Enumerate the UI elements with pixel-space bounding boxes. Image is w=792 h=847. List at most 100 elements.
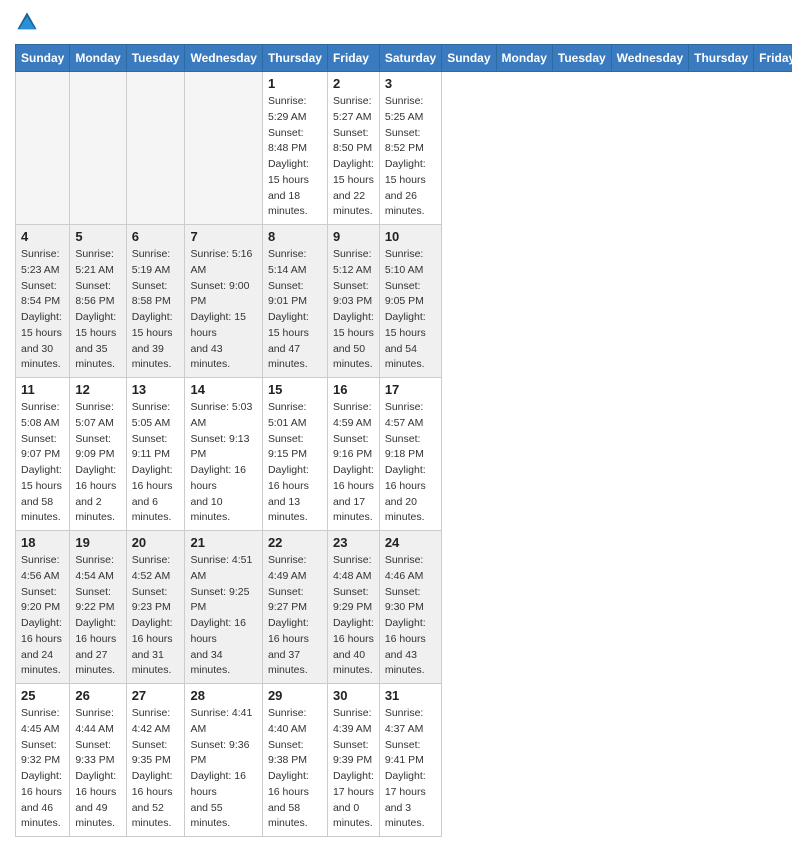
calendar-cell: 1Sunrise: 5:29 AM Sunset: 8:48 PM Daylig…: [262, 72, 327, 225]
calendar-cell: 13 Sunrise: 5:05 AM Sunset: 9:11 PM Dayli…: [126, 378, 185, 531]
day-info: Sunrise: 4:57 AM Sunset: 9:18 PM Dayligh…: [385, 400, 436, 526]
calendar-cell: 9Sunrise: 5:12 AM Sunset: 9:03 PM Daylig…: [327, 225, 379, 378]
calendar-cell: 19Sunrise: 4:54 AM Sunset: 9:22 PM Dayli…: [70, 531, 126, 684]
day-info: Sunrise: 5:07 AM Sunset: 9:09 PM Dayligh…: [75, 400, 120, 526]
day-number: 12: [75, 382, 120, 397]
calendar-cell: 7Sunrise: 5:16 AM Sunset: 9:00 PM Daylig…: [185, 225, 262, 378]
day-number: 15: [268, 382, 322, 397]
calendar-table: SundayMondayTuesdayWednesdayThursdayFrid…: [15, 44, 792, 837]
calendar-cell: 2 Sunrise: 5:27 AM Sunset: 8:50 PM Daylig…: [327, 72, 379, 225]
weekday-header-row: SundayMondayTuesdayWednesdayThursdayFrid…: [16, 45, 792, 72]
day-info: Sunrise: 4:52 AM Sunset: 9:23 PM Dayligh…: [132, 553, 180, 679]
weekday-header-tuesday: Tuesday: [552, 45, 611, 72]
calendar-cell: 29Sunrise: 4:40 AM Sunset: 9:38 PM Dayli…: [262, 684, 327, 837]
day-number: 31: [385, 688, 436, 703]
day-number: 1: [268, 76, 322, 91]
day-number: 7: [190, 229, 256, 244]
day-info: Sunrise: 4:39 AM Sunset: 9:39 PM Dayligh…: [333, 706, 374, 832]
day-number: 27: [132, 688, 180, 703]
weekday-header-friday: Friday: [754, 45, 792, 72]
day-number: 21: [190, 535, 256, 550]
day-info: Sunrise: 5:08 AM Sunset: 9:07 PM Dayligh…: [21, 400, 64, 526]
calendar-cell: 23 Sunrise: 4:48 AM Sunset: 9:29 PM Dayli…: [327, 531, 379, 684]
day-info: Sunrise: 4:37 AM Sunset: 9:41 PM Dayligh…: [385, 706, 436, 832]
day-number: 30: [333, 688, 374, 703]
day-number: 25: [21, 688, 64, 703]
day-info: Sunrise: 5:14 AM Sunset: 9:01 PM Dayligh…: [268, 247, 322, 373]
week-row-2: 4Sunrise: 5:23 AM Sunset: 8:54 PM Daylig…: [16, 225, 792, 378]
calendar-cell: 3Sunrise: 5:25 AM Sunset: 8:52 PM Daylig…: [379, 72, 441, 225]
calendar-cell: 28 Sunrise: 4:41 AM Sunset: 9:36 PM Dayli…: [185, 684, 262, 837]
calendar-cell: 11 Sunrise: 5:08 AM Sunset: 9:07 PM Dayli…: [16, 378, 70, 531]
week-row-3: 11 Sunrise: 5:08 AM Sunset: 9:07 PM Dayli…: [16, 378, 792, 531]
day-number: 18: [21, 535, 64, 550]
day-number: 23: [333, 535, 374, 550]
calendar-cell: 4Sunrise: 5:23 AM Sunset: 8:54 PM Daylig…: [16, 225, 70, 378]
day-number: 29: [268, 688, 322, 703]
week-row-1: 1Sunrise: 5:29 AM Sunset: 8:48 PM Daylig…: [16, 72, 792, 225]
weekday-header-wednesday: Wednesday: [611, 45, 688, 72]
weekday-header-sunday: Sunday: [442, 45, 496, 72]
calendar-cell: 30 Sunrise: 4:39 AM Sunset: 9:39 PM Dayli…: [327, 684, 379, 837]
day-number: 22: [268, 535, 322, 550]
day-info: Sunrise: 4:56 AM Sunset: 9:20 PM Dayligh…: [21, 553, 64, 679]
calendar-cell: 12 Sunrise: 5:07 AM Sunset: 9:09 PM Dayli…: [70, 378, 126, 531]
day-info: Sunrise: 4:48 AM Sunset: 9:29 PM Dayligh…: [333, 553, 374, 679]
day-info: Sunrise: 4:45 AM Sunset: 9:32 PM Dayligh…: [21, 706, 64, 832]
day-info: Sunrise: 5:27 AM Sunset: 8:50 PM Dayligh…: [333, 94, 374, 220]
weekday-header-tuesday: Tuesday: [126, 45, 185, 72]
logo-icon: [15, 10, 39, 34]
calendar-cell: 22Sunrise: 4:49 AM Sunset: 9:27 PM Dayli…: [262, 531, 327, 684]
day-info: Sunrise: 5:03 AM Sunset: 9:13 PM Dayligh…: [190, 400, 256, 526]
day-number: 14: [190, 382, 256, 397]
weekday-header-friday: Friday: [327, 45, 379, 72]
day-number: 19: [75, 535, 120, 550]
calendar-cell: [70, 72, 126, 225]
day-number: 16: [333, 382, 374, 397]
day-number: 20: [132, 535, 180, 550]
page-header: [15, 10, 777, 34]
day-info: Sunrise: 5:12 AM Sunset: 9:03 PM Dayligh…: [333, 247, 374, 373]
logo: [15, 10, 43, 34]
day-info: Sunrise: 4:51 AM Sunset: 9:25 PM Dayligh…: [190, 553, 256, 679]
day-number: 3: [385, 76, 436, 91]
day-number: 8: [268, 229, 322, 244]
day-number: 11: [21, 382, 64, 397]
day-info: Sunrise: 4:42 AM Sunset: 9:35 PM Dayligh…: [132, 706, 180, 832]
calendar-cell: [16, 72, 70, 225]
weekday-header-thursday: Thursday: [689, 45, 754, 72]
week-row-4: 18 Sunrise: 4:56 AM Sunset: 9:20 PM Dayli…: [16, 531, 792, 684]
calendar-cell: 21 Sunrise: 4:51 AM Sunset: 9:25 PM Dayli…: [185, 531, 262, 684]
calendar-cell: 14 Sunrise: 5:03 AM Sunset: 9:13 PM Dayli…: [185, 378, 262, 531]
weekday-header-thursday: Thursday: [262, 45, 327, 72]
calendar-cell: 24 Sunrise: 4:46 AM Sunset: 9:30 PM Dayli…: [379, 531, 441, 684]
calendar-cell: 31 Sunrise: 4:37 AM Sunset: 9:41 PM Dayli…: [379, 684, 441, 837]
day-number: 28: [190, 688, 256, 703]
calendar-cell: 20 Sunrise: 4:52 AM Sunset: 9:23 PM Dayli…: [126, 531, 185, 684]
day-info: Sunrise: 5:19 AM Sunset: 8:58 PM Dayligh…: [132, 247, 180, 373]
week-row-5: 25 Sunrise: 4:45 AM Sunset: 9:32 PM Dayli…: [16, 684, 792, 837]
calendar-cell: 15Sunrise: 5:01 AM Sunset: 9:15 PM Dayli…: [262, 378, 327, 531]
day-number: 13: [132, 382, 180, 397]
day-number: 5: [75, 229, 120, 244]
weekday-header-saturday: Saturday: [379, 45, 441, 72]
calendar-cell: 25 Sunrise: 4:45 AM Sunset: 9:32 PM Dayli…: [16, 684, 70, 837]
day-info: Sunrise: 5:05 AM Sunset: 9:11 PM Dayligh…: [132, 400, 180, 526]
day-info: Sunrise: 4:41 AM Sunset: 9:36 PM Dayligh…: [190, 706, 256, 832]
calendar-cell: 10Sunrise: 5:10 AM Sunset: 9:05 PM Dayli…: [379, 225, 441, 378]
weekday-header-monday: Monday: [496, 45, 552, 72]
day-info: Sunrise: 5:21 AM Sunset: 8:56 PM Dayligh…: [75, 247, 120, 373]
day-number: 24: [385, 535, 436, 550]
day-number: 2: [333, 76, 374, 91]
calendar-cell: 18 Sunrise: 4:56 AM Sunset: 9:20 PM Dayli…: [16, 531, 70, 684]
calendar-cell: 6 Sunrise: 5:19 AM Sunset: 8:58 PM Daylig…: [126, 225, 185, 378]
day-number: 6: [132, 229, 180, 244]
weekday-header-monday: Monday: [70, 45, 126, 72]
calendar-cell: [126, 72, 185, 225]
calendar-cell: 8 Sunrise: 5:14 AM Sunset: 9:01 PM Daylig…: [262, 225, 327, 378]
day-number: 10: [385, 229, 436, 244]
calendar-cell: 5 Sunrise: 5:21 AM Sunset: 8:56 PM Daylig…: [70, 225, 126, 378]
day-info: Sunrise: 4:46 AM Sunset: 9:30 PM Dayligh…: [385, 553, 436, 679]
weekday-header-wednesday: Wednesday: [185, 45, 262, 72]
day-info: Sunrise: 4:44 AM Sunset: 9:33 PM Dayligh…: [75, 706, 120, 832]
